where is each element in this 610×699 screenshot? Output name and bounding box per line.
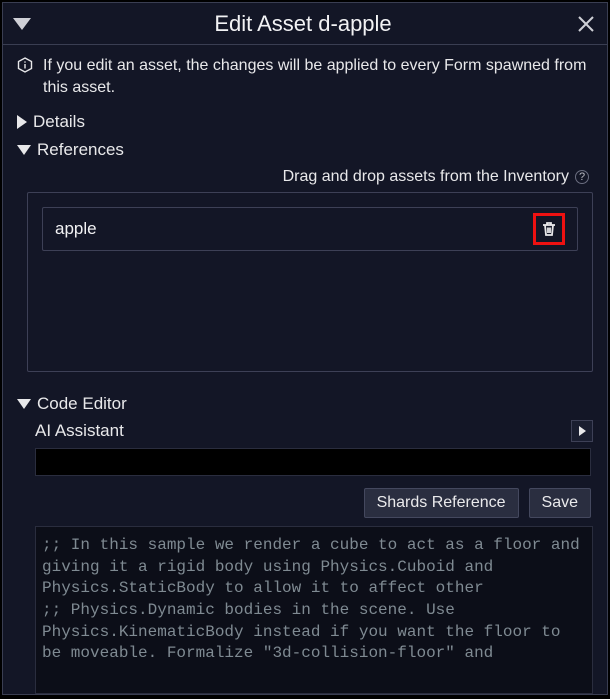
panel-body: If you edit an asset, the changes will b… <box>3 45 607 694</box>
play-icon <box>579 426 586 436</box>
chevron-down-icon <box>17 399 31 409</box>
panel-collapse-toggle[interactable] <box>13 18 31 30</box>
reference-item[interactable]: apple <box>42 207 578 251</box>
help-icon[interactable]: ? <box>575 170 589 184</box>
info-text: If you edit an asset, the changes will b… <box>43 55 593 98</box>
chevron-down-icon <box>17 145 31 155</box>
details-header[interactable]: Details <box>17 112 593 132</box>
code-editor-header[interactable]: Code Editor <box>17 394 593 414</box>
details-label: Details <box>33 112 85 132</box>
code-editor-buttons: Shards Reference Save <box>17 488 591 518</box>
ai-assistant-input[interactable] <box>35 448 591 476</box>
references-dropzone[interactable]: apple <box>27 192 593 372</box>
references-hint: Drag and drop assets from the Inventory <box>283 168 569 186</box>
info-icon <box>17 57 33 73</box>
code-editor-section: Code Editor AI Assistant Shards Referenc… <box>17 390 593 694</box>
close-button[interactable] <box>575 13 597 35</box>
ai-assistant-row: AI Assistant <box>35 420 593 442</box>
ai-run-button[interactable] <box>571 420 593 442</box>
references-label: References <box>37 140 124 160</box>
ai-assistant-label: AI Assistant <box>35 421 571 441</box>
titlebar: Edit Asset d-apple <box>3 3 607 45</box>
chevron-right-icon <box>17 115 27 129</box>
panel-title: Edit Asset d-apple <box>31 11 575 37</box>
references-hint-row: Drag and drop assets from the Inventory … <box>17 168 589 186</box>
delete-reference-button[interactable] <box>533 213 565 245</box>
save-button[interactable]: Save <box>529 488 591 518</box>
shards-reference-button[interactable]: Shards Reference <box>364 488 519 518</box>
close-icon <box>577 15 595 33</box>
code-editor-label: Code Editor <box>37 394 127 414</box>
code-textarea[interactable]: ;; In this sample we render a cube to ac… <box>35 526 593 694</box>
info-message: If you edit an asset, the changes will b… <box>17 55 593 98</box>
trash-icon <box>540 220 558 238</box>
reference-name: apple <box>55 219 533 239</box>
edit-asset-panel: Edit Asset d-apple If you edit an asset,… <box>2 2 608 695</box>
references-header[interactable]: References <box>17 140 593 160</box>
